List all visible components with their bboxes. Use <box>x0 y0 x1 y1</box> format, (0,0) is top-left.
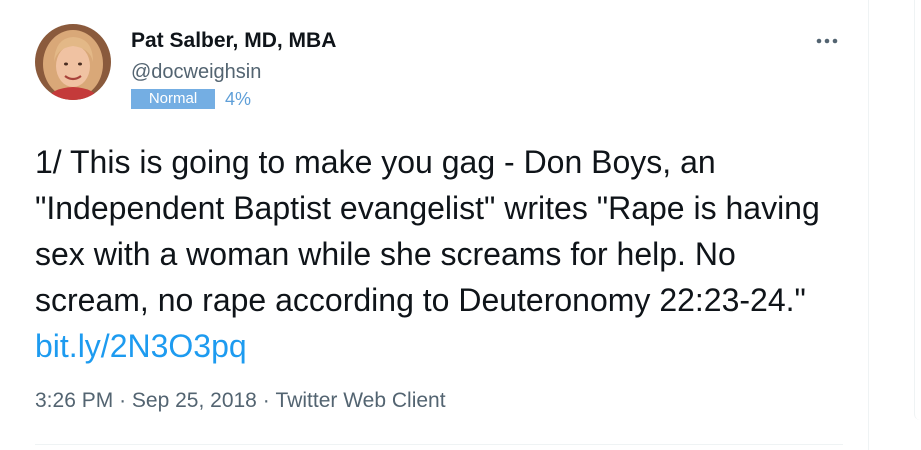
tweet-body: 1/ This is going to make you gag - Don B… <box>35 144 829 318</box>
tweet-text: 1/ This is going to make you gag - Don B… <box>35 139 845 369</box>
right-panel-edge <box>869 0 921 450</box>
badge-row: Normal 4% <box>131 89 251 109</box>
tweet-page: Pat Salber, MD, MBA @docweighsin Normal … <box>0 0 921 450</box>
tweet-source: Twitter Web Client <box>275 389 446 412</box>
meta-separator: · <box>119 389 127 412</box>
tweet-time[interactable]: 3:26 PM <box>35 389 113 413</box>
tweet-column: Pat Salber, MD, MBA @docweighsin Normal … <box>0 0 869 450</box>
tweet-date[interactable]: Sep 25, 2018 <box>132 389 257 413</box>
divider <box>35 444 843 445</box>
more-options-button[interactable] <box>812 30 842 52</box>
author-name[interactable]: Pat Salber, MD, MBA <box>131 29 336 53</box>
meta-separator: · <box>262 389 270 412</box>
panel-border <box>914 0 921 420</box>
profile-photo-icon <box>35 24 111 100</box>
badge-percent: 4% <box>225 89 252 109</box>
author-handle[interactable]: @docweighsin <box>131 61 261 84</box>
status-badge: Normal <box>131 89 215 109</box>
more-options-icon <box>816 38 838 44</box>
tweet-link[interactable]: bit.ly/2N3O3pq <box>35 328 247 364</box>
avatar[interactable] <box>35 24 111 100</box>
tweet-metadata: 3:26 PM · Sep 25, 2018 · Twitter Web Cli… <box>35 389 446 413</box>
